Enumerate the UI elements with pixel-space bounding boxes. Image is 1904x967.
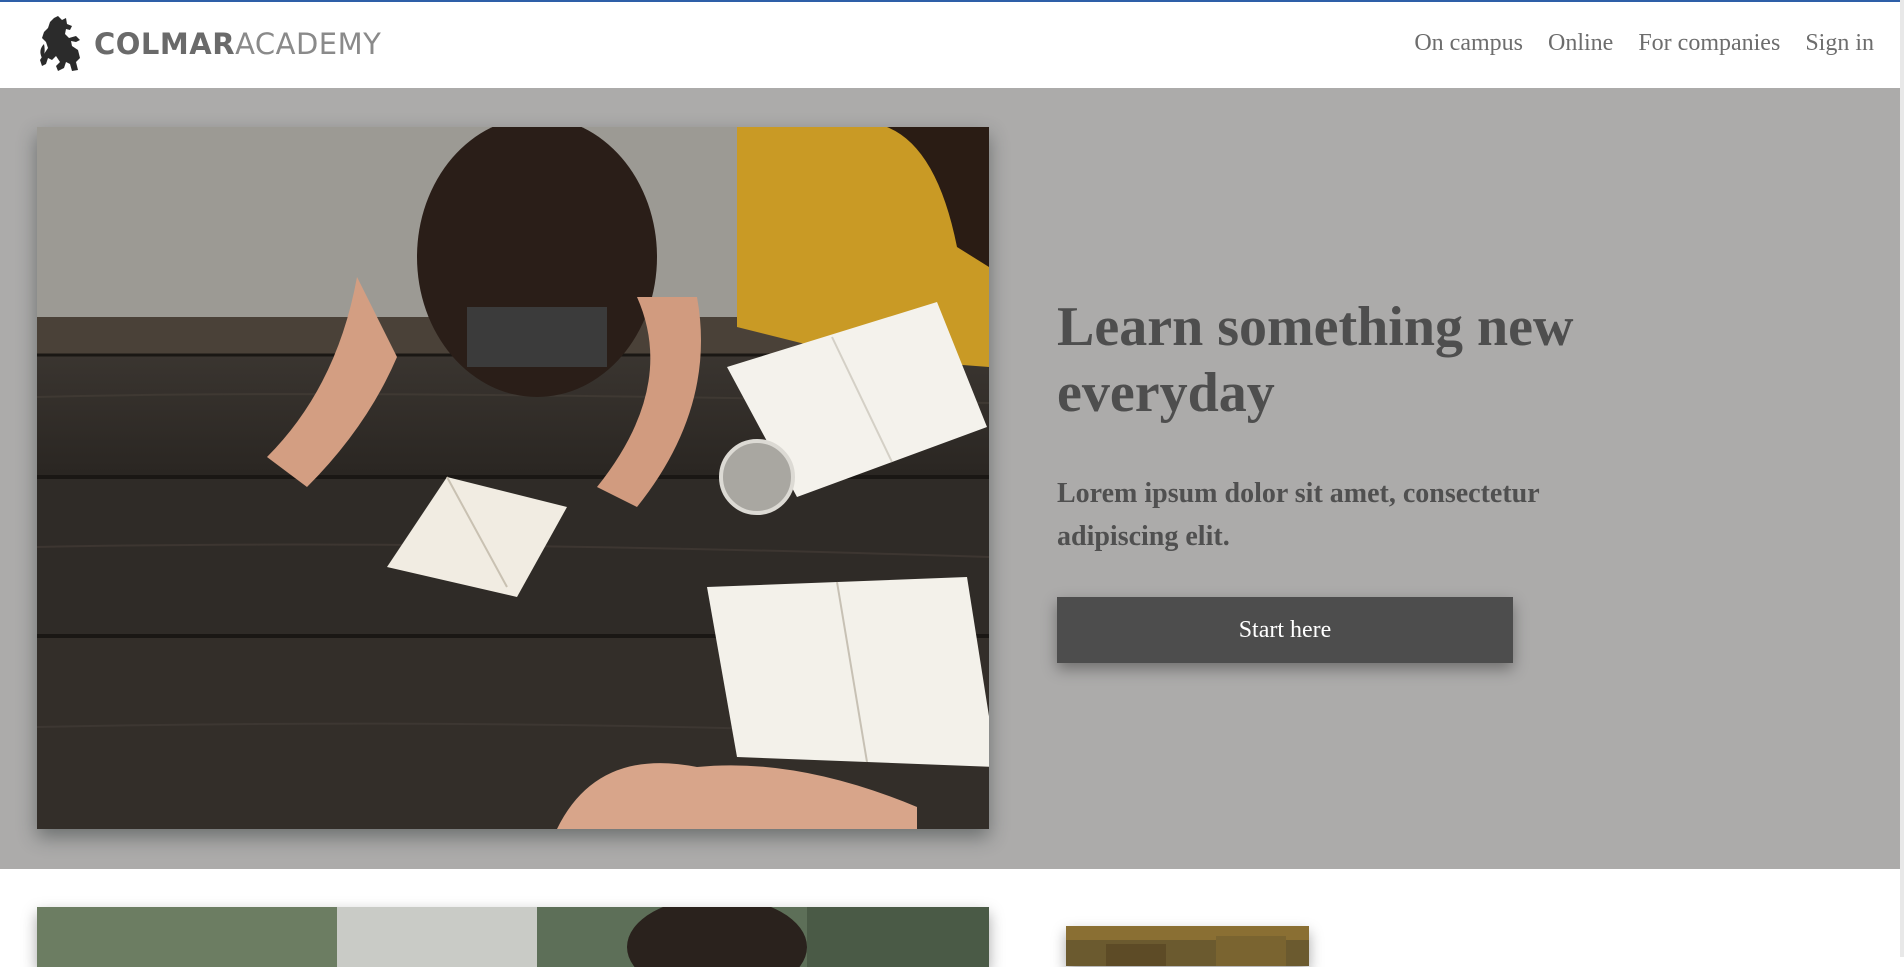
page-scrollbar[interactable] — [1900, 0, 1904, 957]
nav-online[interactable]: Online — [1548, 30, 1613, 57]
main-nav: On campus Online For companies Sign in — [1414, 30, 1874, 57]
brand-name-light: ACADEMY — [235, 27, 382, 61]
hero-section: Learn something new everyday Lorem ipsum… — [0, 88, 1904, 869]
students-studying-image — [37, 127, 989, 829]
hero-photo — [37, 127, 989, 829]
site-logo[interactable]: COLMARACADEMY — [36, 14, 381, 74]
student-photo — [37, 907, 989, 967]
hero-subtitle: Lorem ipsum dolor sit amet, consectetur … — [1057, 478, 1540, 552]
hero-title: Learn something new everyday — [1057, 296, 1574, 424]
autumn-leaves-image — [1066, 926, 1309, 966]
features-section — [0, 869, 1904, 967]
nav-sign-in[interactable]: Sign in — [1805, 30, 1874, 57]
autumn-photo — [1066, 926, 1309, 966]
hero-text: Learn something new everyday Lorem ipsum… — [1057, 294, 1697, 558]
nav-for-companies[interactable]: For companies — [1638, 30, 1780, 57]
nav-on-campus[interactable]: On campus — [1414, 30, 1523, 57]
site-header: COLMARACADEMY On campus Online For compa… — [0, 2, 1904, 88]
start-here-button[interactable]: Start here — [1057, 597, 1513, 663]
brand-name: COLMARACADEMY — [94, 27, 381, 61]
lion-rampant-icon — [40, 16, 80, 71]
student-outdoor-image — [37, 907, 989, 967]
brand-name-bold: COLMAR — [94, 27, 236, 61]
